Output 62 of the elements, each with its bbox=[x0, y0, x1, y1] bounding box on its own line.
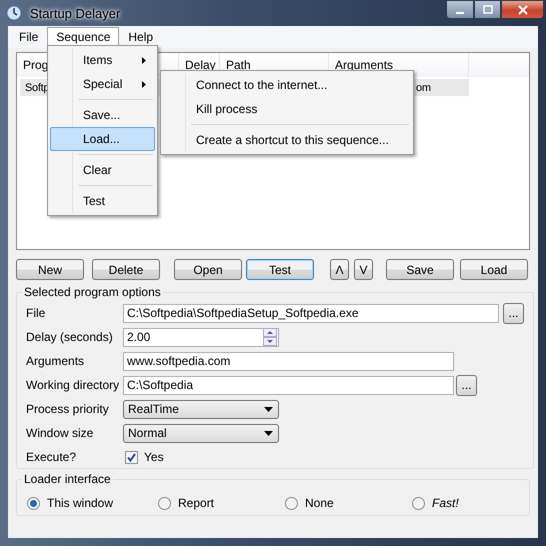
menu-item[interactable]: Kill process bbox=[163, 97, 411, 121]
app-icon bbox=[6, 5, 22, 21]
dropdown-arrow-icon bbox=[264, 406, 273, 412]
menu-item[interactable]: Create a shortcut to this sequence... bbox=[163, 128, 411, 152]
field-label: Arguments bbox=[26, 354, 86, 368]
menu-item[interactable]: Sequence bbox=[47, 26, 120, 48]
menu-item[interactable]: Special bbox=[50, 72, 155, 96]
table-cell: om bbox=[416, 82, 431, 94]
field-label: Window size bbox=[26, 426, 94, 440]
radio-button[interactable] bbox=[27, 496, 40, 510]
dropdown-arrow-icon bbox=[264, 430, 273, 436]
radio-button[interactable] bbox=[158, 496, 171, 510]
field-label: Delay (seconds) bbox=[26, 330, 114, 344]
checkbox-label: Yes bbox=[144, 450, 164, 464]
action-button[interactable]: New bbox=[16, 259, 84, 280]
menu-item[interactable]: Connect to the internet... bbox=[163, 73, 411, 97]
menu-item[interactable]: Load... bbox=[50, 127, 155, 151]
input-field[interactable]: C:\Softpedia bbox=[123, 376, 454, 394]
action-button[interactable]: Load bbox=[460, 259, 528, 280]
group-title: Loader interface bbox=[23, 472, 112, 486]
spin-arrows-icon[interactable] bbox=[263, 328, 277, 346]
close-button[interactable] bbox=[501, 0, 544, 19]
field-label: Working directory bbox=[26, 378, 120, 392]
action-button[interactable]: Λ bbox=[330, 259, 349, 280]
minimize-button[interactable] bbox=[446, 0, 474, 19]
menu-item[interactable]: Test bbox=[50, 189, 155, 213]
action-button[interactable]: V bbox=[354, 259, 373, 280]
browse-button[interactable]: ... bbox=[456, 374, 477, 396]
window-title: Startup Delayer bbox=[30, 6, 120, 20]
action-button[interactable]: Delete bbox=[92, 259, 160, 280]
input-field[interactable]: www.softpedia.com bbox=[123, 352, 454, 370]
close-icon bbox=[516, 4, 528, 14]
radio-label: Fast! bbox=[432, 496, 459, 510]
radio-button[interactable] bbox=[412, 496, 425, 510]
maximize-button[interactable] bbox=[474, 0, 501, 19]
spin-field[interactable]: 2.00 bbox=[123, 328, 279, 346]
radio-label: This window bbox=[47, 496, 114, 510]
column-header[interactable]: Delay bbox=[185, 58, 216, 72]
maximize-icon bbox=[482, 4, 494, 14]
field-label: Process priority bbox=[26, 402, 110, 416]
radio-button[interactable] bbox=[285, 496, 298, 510]
menu-item[interactable]: Save... bbox=[50, 103, 155, 127]
radio-label: None bbox=[305, 496, 334, 510]
column-header[interactable]: Path bbox=[226, 58, 251, 72]
minimize-icon bbox=[456, 12, 464, 14]
menu-item[interactable]: File bbox=[10, 26, 48, 48]
field-label: Execute? bbox=[26, 450, 78, 464]
menu-item[interactable]: Clear bbox=[50, 158, 155, 182]
field-label: File bbox=[26, 306, 46, 320]
action-button[interactable]: Open bbox=[174, 259, 242, 280]
menu-item[interactable]: Items bbox=[50, 48, 155, 72]
action-button[interactable]: Test bbox=[246, 259, 314, 280]
group-title: Selected program options bbox=[23, 285, 162, 299]
browse-button[interactable]: ... bbox=[503, 302, 524, 324]
input-field[interactable]: C:\Softpedia\SoftpediaSetup_Softpedia.exe bbox=[123, 304, 499, 322]
column-header[interactable]: Arguments bbox=[335, 58, 394, 72]
checkbox[interactable] bbox=[125, 450, 138, 464]
action-button[interactable]: Save bbox=[386, 259, 454, 280]
menu-item[interactable]: Help bbox=[119, 26, 162, 48]
dropdown[interactable]: RealTime bbox=[123, 400, 279, 418]
dropdown[interactable]: Normal bbox=[123, 424, 279, 442]
radio-label: Report bbox=[178, 496, 214, 510]
